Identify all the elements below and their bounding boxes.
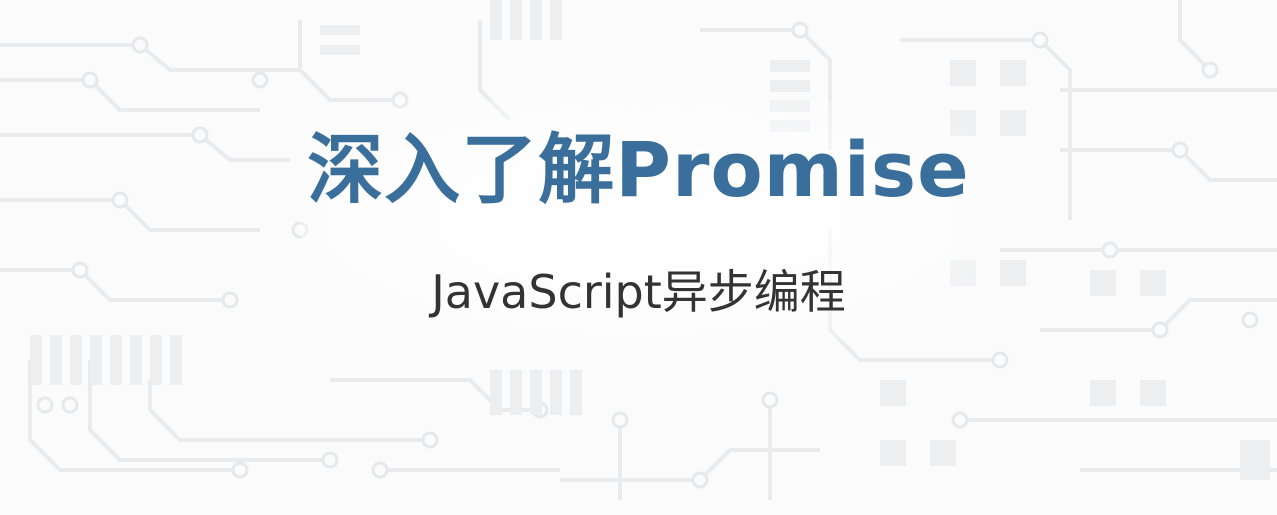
banner-title: 深入了解Promise	[307, 125, 970, 214]
banner-subtitle: JavaScript异步编程	[431, 265, 846, 319]
promise-banner: 深入了解Promise JavaScript异步编程	[0, 0, 1277, 515]
